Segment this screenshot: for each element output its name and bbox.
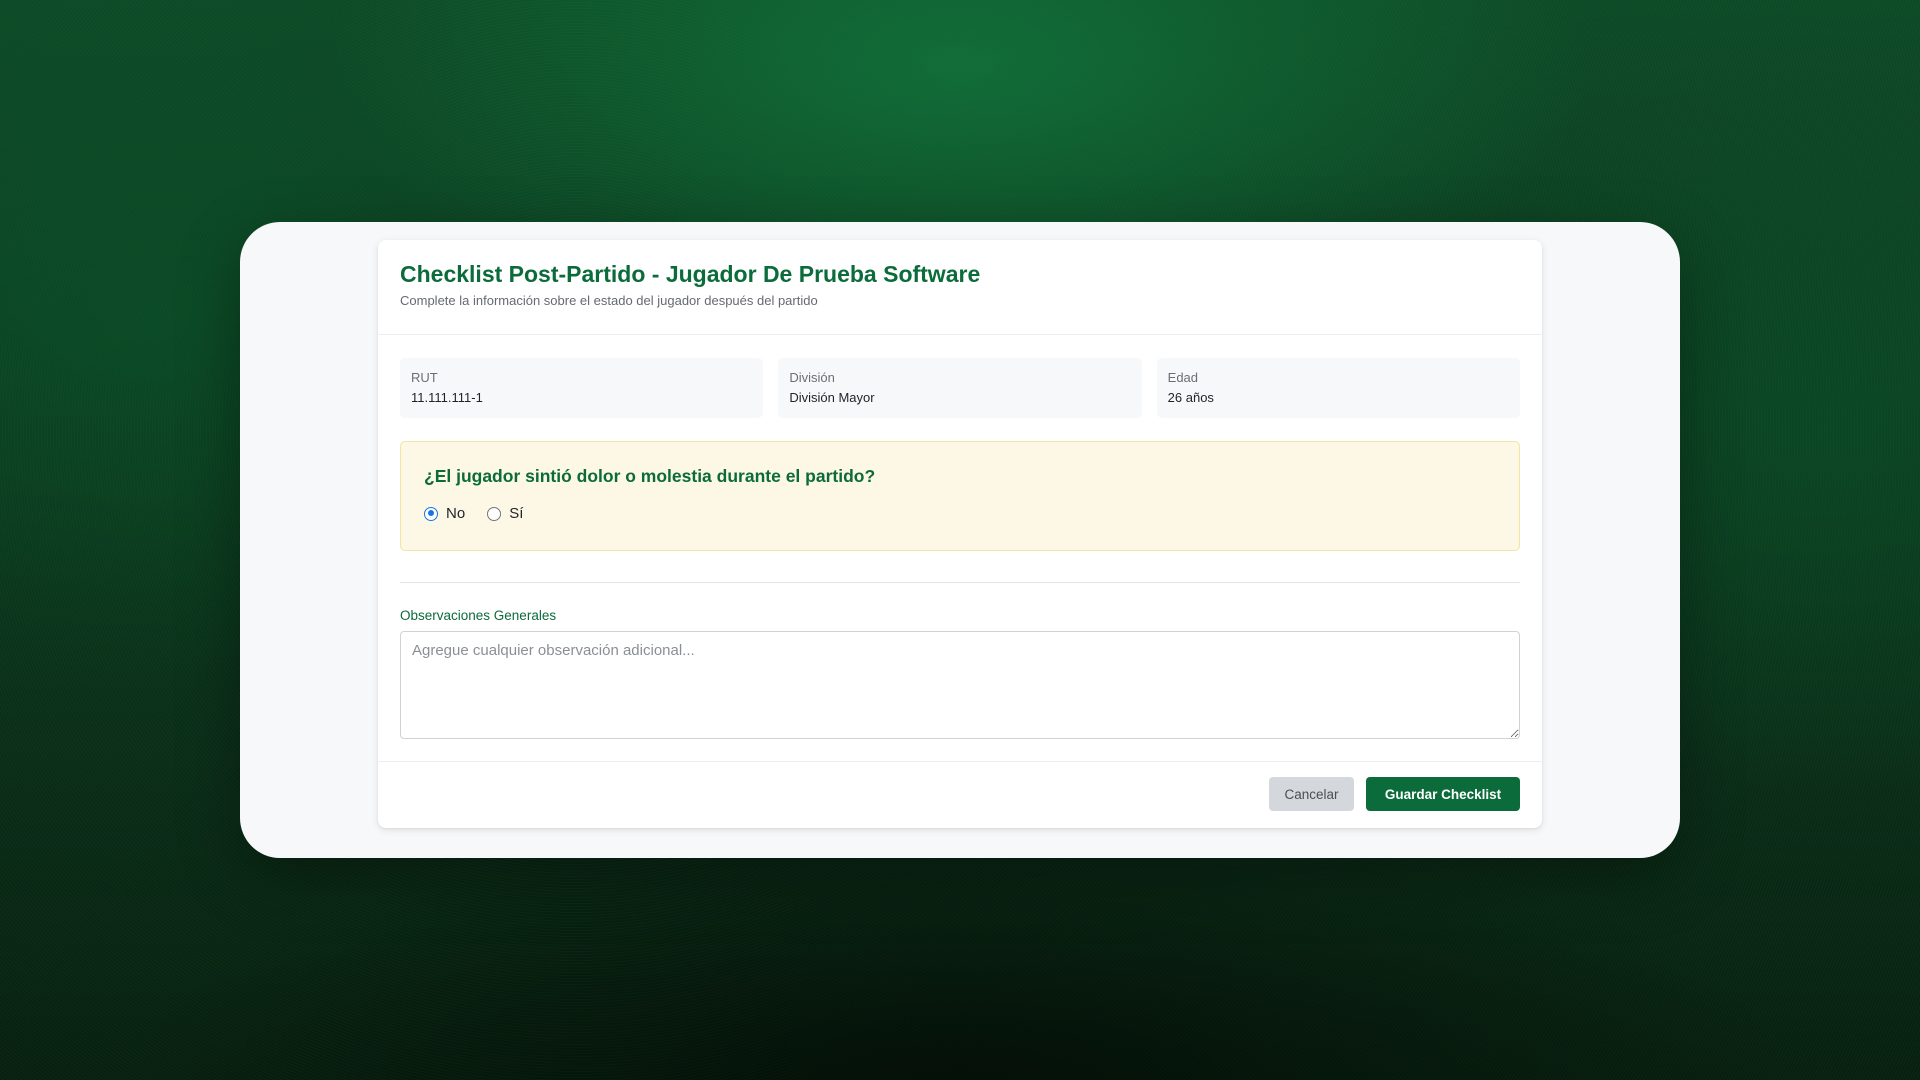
observations-textarea[interactable] — [400, 631, 1520, 739]
page-subtitle: Complete la información sobre el estado … — [400, 293, 818, 308]
section-divider — [400, 582, 1520, 583]
info-card-division: División División Mayor — [778, 358, 1142, 418]
radio-label-si: Sí — [509, 505, 524, 522]
info-card-edad: Edad 26 años — [1156, 358, 1520, 418]
info-value: 11.111.111-1 — [411, 390, 483, 405]
radio-label-no: No — [446, 505, 466, 522]
info-value: División Mayor — [789, 390, 875, 405]
panel-header: Checklist Post-Partido - Jugador De Prue… — [378, 240, 1542, 335]
info-value: 26 años — [1167, 390, 1214, 405]
observations-label: Observaciones Generales — [400, 608, 557, 623]
pain-question-text: ¿El jugador sintió dolor o molestia dura… — [424, 466, 876, 486]
cancel-button[interactable]: Cancelar — [1269, 777, 1354, 811]
modal-container: Checklist Post-Partido - Jugador De Prue… — [240, 222, 1680, 858]
player-info-row: RUT 11.111.111-1 División División Mayor… — [400, 358, 1520, 418]
panel-footer: Cancelar Guardar Checklist — [378, 761, 1542, 828]
info-label: División — [789, 370, 835, 385]
info-label: Edad — [1167, 370, 1199, 385]
checklist-panel: Checklist Post-Partido - Jugador De Prue… — [378, 240, 1542, 828]
page-title: Checklist Post-Partido - Jugador De Prue… — [400, 261, 981, 287]
info-label: RUT — [411, 370, 438, 385]
radio-si[interactable] — [487, 506, 502, 521]
radio-option-no[interactable]: No — [424, 505, 465, 522]
radio-option-si[interactable]: Sí — [487, 505, 523, 522]
panel-body: RUT 11.111.111-1 División División Mayor… — [378, 335, 1542, 739]
info-card-rut: RUT 11.111.111-1 — [400, 358, 764, 418]
radio-no[interactable] — [424, 506, 438, 521]
save-checklist-button[interactable]: Guardar Checklist — [1366, 777, 1520, 811]
pain-radio-group: No Sí — [424, 505, 1496, 522]
pain-question-box: ¿El jugador sintió dolor o molestia dura… — [400, 441, 1520, 551]
